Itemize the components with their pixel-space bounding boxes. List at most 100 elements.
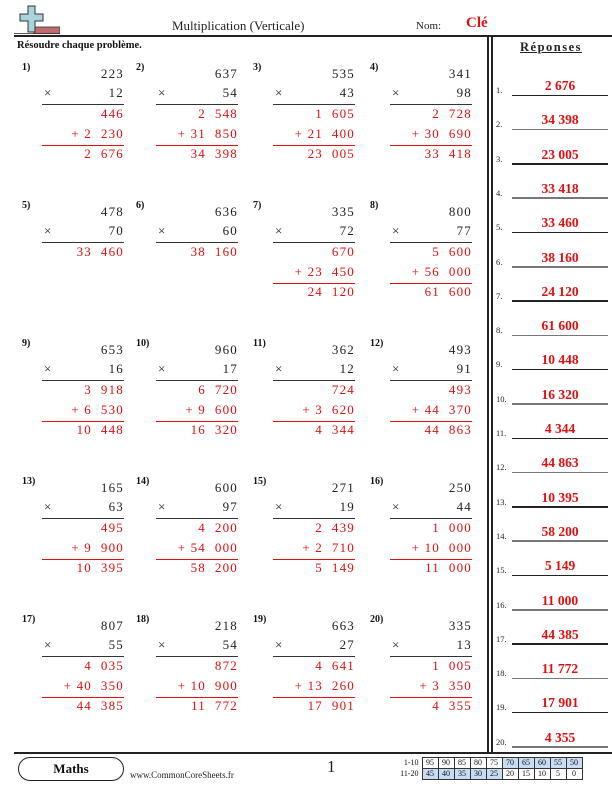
product-result: 16 320 xyxy=(190,422,238,437)
multiplicand: 663 xyxy=(331,618,355,633)
problem-number: 4) xyxy=(370,62,379,73)
product-line xyxy=(390,656,472,658)
problem: 6) 636 × 60 38 160 xyxy=(136,200,246,330)
problem-number: 15) xyxy=(253,476,267,487)
problem-number: 16) xyxy=(370,476,384,487)
answer-item: 3. 23 005 xyxy=(496,133,612,167)
partial-product-1: 670 xyxy=(331,244,355,259)
multiplier: 54 xyxy=(222,85,238,100)
score-cell: 10 xyxy=(533,768,551,780)
problem-number: 9) xyxy=(22,338,31,349)
answer-line xyxy=(512,368,608,371)
times-icon: × xyxy=(275,85,284,100)
times-icon: × xyxy=(158,637,167,652)
score-cell: 25 xyxy=(485,768,503,780)
answer-value: 10 395 xyxy=(541,489,579,505)
answer-value: 24 120 xyxy=(541,283,579,299)
multiplier: 63 xyxy=(108,499,124,514)
partial-product-2: + 3 620 xyxy=(302,402,355,417)
answer-item: 14. 58 200 xyxy=(496,510,612,544)
problem-number: 13) xyxy=(22,476,36,487)
answer-number: 6. xyxy=(496,256,503,267)
product-result: 34 398 xyxy=(190,146,238,161)
score-cell: 70 xyxy=(501,757,519,769)
score-cell: 55 xyxy=(549,757,567,769)
partial-product-1: 1 005 xyxy=(432,658,472,673)
partial-product-1: 872 xyxy=(214,658,238,673)
partial-product-1: 446 xyxy=(100,106,124,121)
problem-number: 7) xyxy=(253,200,262,211)
times-icon: × xyxy=(158,85,167,100)
partial-product-1: 2 728 xyxy=(432,106,472,121)
answer-value: 10 448 xyxy=(541,352,579,368)
partial-product-1: 5 600 xyxy=(432,244,472,259)
website-link[interactable]: www.CommonCoreSheets.fr xyxy=(130,770,234,780)
times-icon: × xyxy=(275,361,284,376)
answer-number: 3. xyxy=(496,153,503,164)
product-result: 10 395 xyxy=(76,560,124,575)
multiplier: 12 xyxy=(339,361,355,376)
product-result: 24 120 xyxy=(307,284,355,299)
problem-number: 1) xyxy=(22,62,31,73)
times-icon: × xyxy=(392,361,401,376)
score-cell: 80 xyxy=(469,757,487,769)
partial-product-2: + 40 350 xyxy=(63,678,124,693)
answer-item: 8. 61 600 xyxy=(496,304,612,338)
product-line xyxy=(156,656,238,658)
multiplier: 16 xyxy=(108,361,124,376)
answer-item: 2. 34 398 xyxy=(496,98,612,132)
partial-product-1: 493 xyxy=(448,382,472,397)
answer-line xyxy=(512,334,608,337)
score-cell: 95 xyxy=(421,757,439,769)
score-cell: 35 xyxy=(453,768,471,780)
partial-product-2: + 23 450 xyxy=(294,264,355,279)
multiplicand: 341 xyxy=(448,66,472,81)
instructions: Résoudre chaque problème. xyxy=(17,40,142,51)
score-cell: 50 xyxy=(565,757,583,769)
partial-product-1: 3 918 xyxy=(84,382,124,397)
product-line xyxy=(42,380,124,382)
multiplier: 44 xyxy=(456,499,472,514)
partial-product-1: 6 720 xyxy=(198,382,238,397)
multiplier: 70 xyxy=(108,223,124,238)
multiplier: 27 xyxy=(339,637,355,652)
problem: 8) 800 × 77 5 600 + 56 000 61 600 xyxy=(370,200,480,330)
multiplier: 13 xyxy=(456,637,472,652)
answer-line xyxy=(512,609,608,611)
product-line xyxy=(390,242,472,244)
product-line xyxy=(390,380,472,382)
product-result: 17 901 xyxy=(307,698,355,713)
answer-item: 18. 11 772 xyxy=(496,647,612,681)
answer-line xyxy=(512,711,608,714)
answer-value: 33 418 xyxy=(541,180,579,196)
answer-number: 4. xyxy=(496,187,503,198)
partial-product-2: + 9 600 xyxy=(185,402,238,417)
partial-product-1: 4 200 xyxy=(198,520,238,535)
product-result: 33 418 xyxy=(424,146,472,161)
answer-column-divider xyxy=(487,37,489,752)
answer-value: 5 149 xyxy=(544,558,576,574)
header-divider xyxy=(14,35,612,37)
times-icon: × xyxy=(275,499,284,514)
score-row: 1-10 95 90 85 80 75 70 65 60 55 50 xyxy=(396,757,583,769)
answer-number: 13. xyxy=(496,496,507,507)
problem: 7) 335 × 72 670 + 23 450 24 120 xyxy=(253,200,363,330)
times-icon: × xyxy=(392,85,401,100)
name-value: Clé xyxy=(466,15,488,31)
partial-product-2: + 2 230 xyxy=(71,126,124,141)
product-line xyxy=(273,518,355,520)
times-icon: × xyxy=(44,499,53,514)
problem-number: 20) xyxy=(370,614,384,625)
partial-product-2: + 3 350 xyxy=(419,678,472,693)
problem-number: 5) xyxy=(22,200,31,211)
multiplicand: 223 xyxy=(100,66,124,81)
product-line xyxy=(156,380,238,382)
answer-line xyxy=(512,197,608,199)
answer-line xyxy=(512,677,608,680)
times-icon: × xyxy=(275,223,284,238)
times-icon: × xyxy=(392,223,401,238)
problem: 17) 807 × 55 4 035 + 40 350 44 385 xyxy=(22,614,132,744)
partial-product-2: + 2 710 xyxy=(302,540,355,555)
answer-item: 17. 44 385 xyxy=(496,613,612,647)
problem-number: 6) xyxy=(136,200,145,211)
